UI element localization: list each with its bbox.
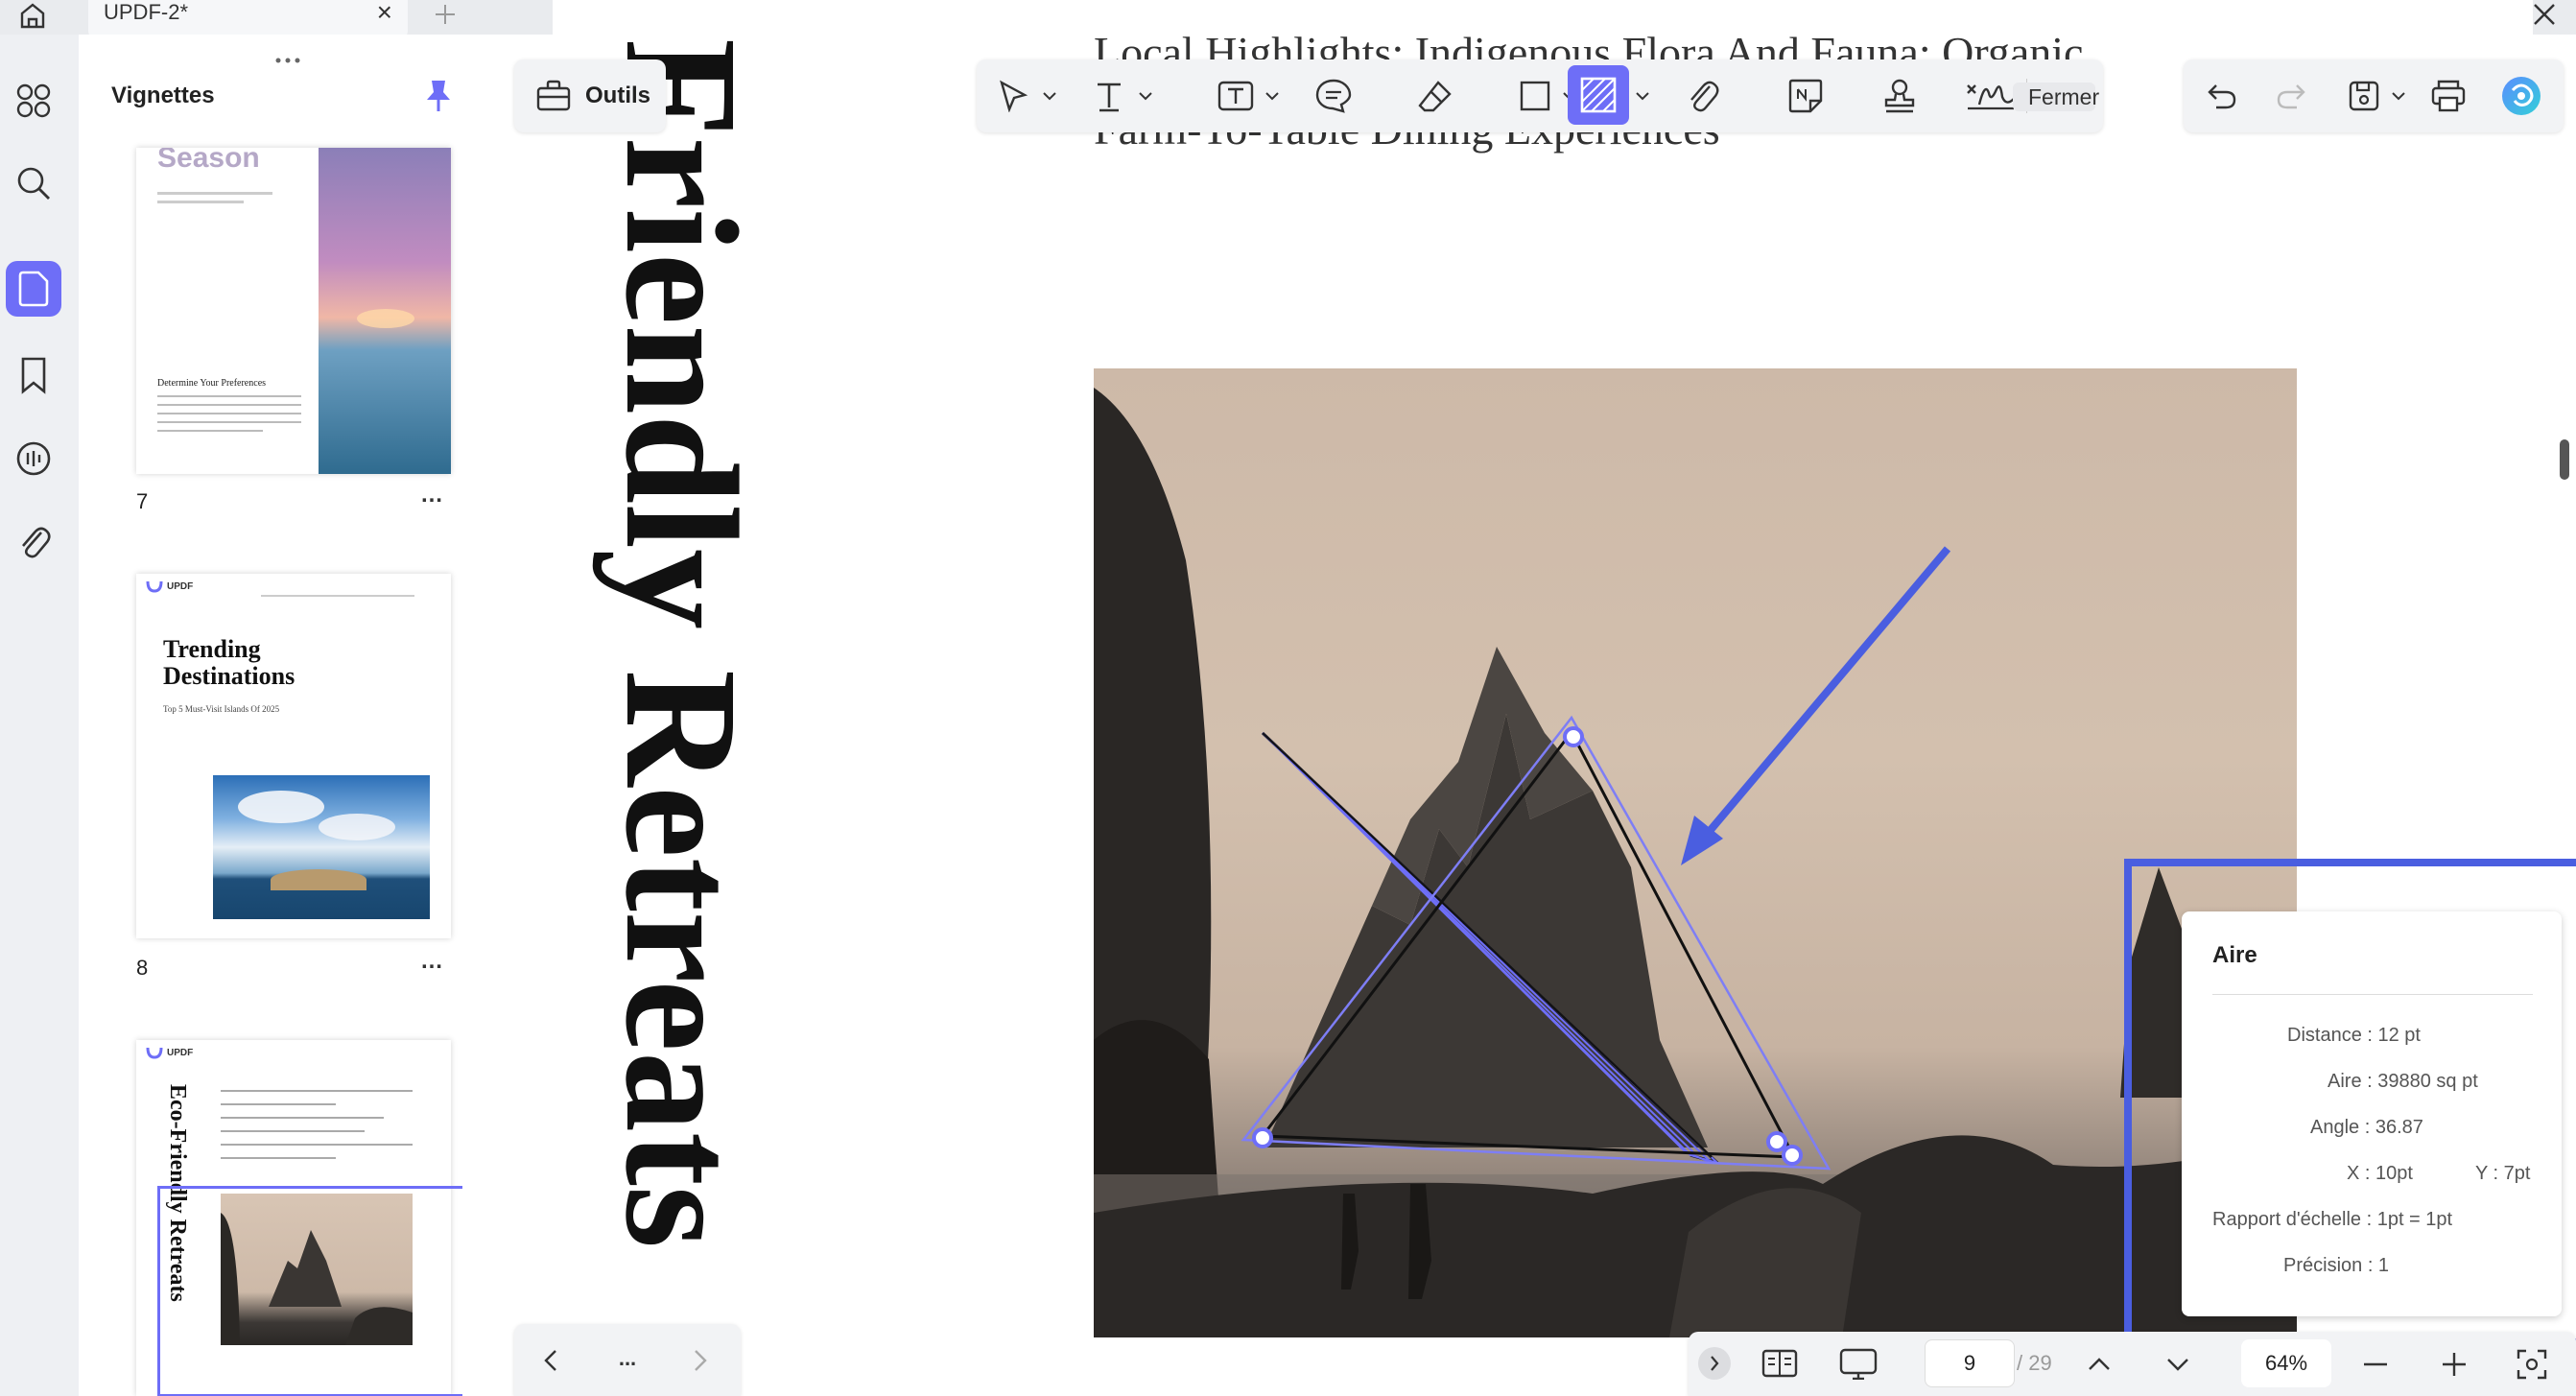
arrow-annotation (1696, 546, 1951, 845)
eraser-tool-icon[interactable] (1410, 73, 1460, 119)
measure-angle: Angle : 36.87 (2310, 1117, 2423, 1138)
ai-assistant-icon[interactable] (2496, 71, 2546, 121)
toolbox-icon (536, 80, 571, 111)
print-icon[interactable] (2423, 73, 2473, 119)
zoom-in-icon[interactable] (2435, 1345, 2473, 1384)
vertical-scrollbar[interactable] (2560, 439, 2569, 480)
undo-icon[interactable] (2199, 75, 2245, 117)
close-toolbar-label[interactable]: Fermer (2013, 83, 2099, 111)
sticky-note-tool-icon[interactable] (1781, 73, 1831, 119)
previous-nav-icon[interactable] (533, 1341, 568, 1380)
current-page-value: 9 (1963, 1351, 1976, 1375)
signature-tool-icon[interactable] (1961, 73, 2021, 119)
stamp-tool-icon[interactable] (1875, 73, 1925, 119)
attach-tool-icon[interactable] (1677, 73, 1727, 119)
tools-button[interactable]: Outils (514, 59, 666, 132)
collapse-icon[interactable] (1698, 1347, 1731, 1380)
annotation-toolbar: Fermer (977, 59, 2103, 132)
comment-tool-icon[interactable] (1309, 73, 1359, 119)
textbox-tool-caret-icon[interactable] (1263, 84, 1282, 107)
measure-y: Y : 7pt (2475, 1163, 2531, 1184)
more-nav-icon[interactable]: ... (606, 1339, 649, 1378)
measure-x: X : 10pt (2347, 1163, 2413, 1184)
page-nav-left: ... (514, 1324, 741, 1396)
previous-page-icon[interactable] (2080, 1345, 2118, 1384)
redo-icon[interactable] (2268, 75, 2314, 117)
save-caret-icon[interactable] (2389, 84, 2408, 107)
reading-mode-icon[interactable] (1756, 1343, 1804, 1384)
measure-scale: Rapport d'échelle : 1pt = 1pt (2212, 1209, 2453, 1230)
select-tool-caret-icon[interactable] (1040, 84, 1059, 107)
presentation-icon[interactable] (1832, 1343, 1884, 1384)
measure-precision: Précision : 1 (2283, 1255, 2390, 1276)
zoom-value: 64% (2264, 1351, 2308, 1375)
total-pages-label: / 29 (2017, 1351, 2052, 1375)
textbox-tool-icon[interactable] (1211, 73, 1261, 119)
vertex-handle-top (1563, 726, 1584, 747)
page-nav-right: 9 / 29 64% (1689, 1332, 2576, 1396)
close-toolbar-button[interactable] (2005, 69, 2006, 70)
page-number-input[interactable]: 9 (1925, 1339, 2015, 1387)
measure-divider (2212, 994, 2533, 995)
measure-tool-caret-icon[interactable] (1633, 84, 1652, 107)
save-icon[interactable] (2341, 75, 2387, 117)
zoom-value-box[interactable]: 64% (2241, 1339, 2331, 1387)
select-tool-icon[interactable] (988, 73, 1038, 119)
zoom-out-icon[interactable] (2356, 1345, 2395, 1384)
shape-tool-icon[interactable] (1510, 73, 1560, 119)
next-page-icon[interactable] (2159, 1345, 2197, 1384)
area-measure-tool-icon[interactable] (1568, 65, 1629, 125)
measure-properties-panel: Aire Distance : 12 pt Aire : 39880 sq pt… (2182, 911, 2562, 1316)
vertex-handle-right-b (1782, 1145, 1803, 1166)
vertex-handle-left (1252, 1127, 1273, 1148)
next-nav-icon[interactable] (683, 1341, 718, 1380)
measure-distance: Distance : 12 pt (2287, 1025, 2421, 1046)
fit-page-icon[interactable] (2510, 1345, 2554, 1384)
text-tool-caret-icon[interactable] (1136, 84, 1155, 107)
measure-title: Aire (2212, 942, 2257, 968)
right-toolbar (2184, 59, 2564, 132)
text-tool-icon[interactable] (1084, 73, 1134, 119)
measure-area: Aire : 39880 sq pt (2328, 1071, 2478, 1092)
tools-label: Outils (585, 83, 651, 108)
vertex-handle-right-a (1766, 1131, 1787, 1152)
